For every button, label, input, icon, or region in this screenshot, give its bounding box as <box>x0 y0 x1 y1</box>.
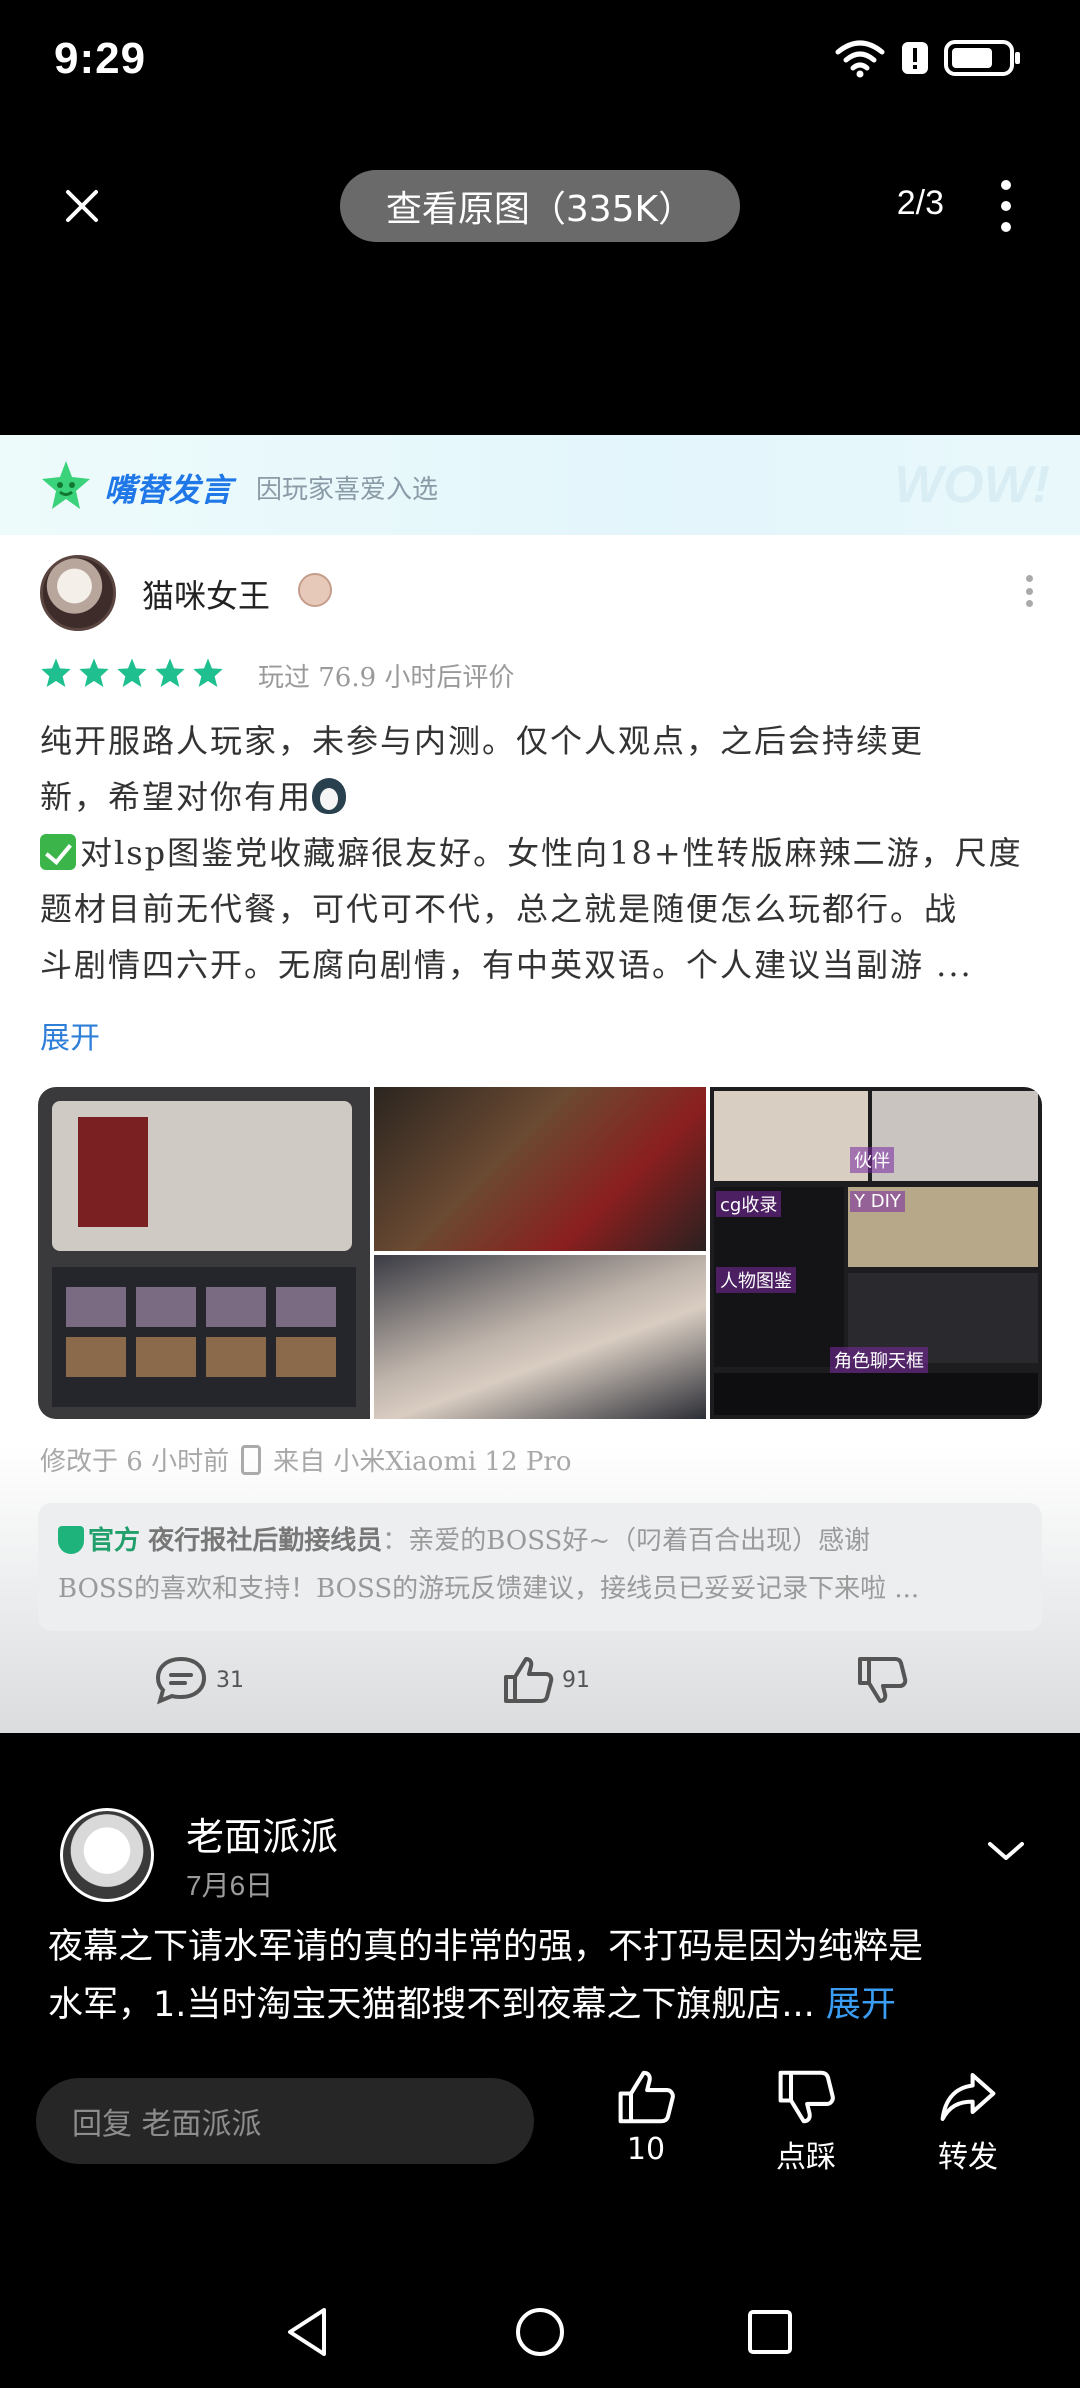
star-icon <box>41 658 71 687</box>
gallery-label: cg收录 <box>716 1191 782 1217</box>
reply-input[interactable]: 回复 老面派派 <box>36 2078 534 2164</box>
status-bar: 9:29 <box>0 0 1080 120</box>
wow-watermark: WOW! <box>894 456 1050 514</box>
header-subtitle: 因玩家喜爱入选 <box>256 475 439 505</box>
edited-time: 修改于 6 小时前 <box>40 1447 230 1477</box>
thumbs-up-icon <box>618 2070 675 2124</box>
play-time: 玩过 76.9 小时后评价 <box>258 663 515 693</box>
star-icon <box>193 658 223 687</box>
review-meta: 修改于 6 小时前 来自 小米Xiaomi 12 Pro <box>40 1441 571 1478</box>
like-button[interactable]: 10 <box>586 2068 706 2167</box>
comment-body: 夜幕之下请水军请的真的非常的强，不打码是因为纯粹是 水军，1.当时淘宝天猫都搜不… <box>48 1918 1038 2034</box>
close-button[interactable] <box>54 178 110 234</box>
gallery-label: 人物图鉴 <box>716 1267 796 1293</box>
official-tag: 官方 <box>88 1526 141 1556</box>
review-comment-count: 31 <box>216 1667 244 1693</box>
screenshot-gallery: cg收录 伙伴 Y DIY 人物图鉴 角色聊天框 <box>38 1087 1042 1419</box>
dislike-button[interactable]: 点踩 <box>746 2068 866 2176</box>
card-more-icon <box>1026 575 1034 607</box>
thumbs-down-icon <box>858 1657 908 1703</box>
more-vert-icon <box>1001 180 1011 190</box>
gallery-label: Y DIY <box>850 1191 905 1212</box>
mascot-icon <box>42 461 90 509</box>
reviewer-badge-icon <box>298 573 332 607</box>
image-viewer-toolbar: 查看原图（335K） 2/3 <box>0 160 1080 250</box>
status-time: 9:29 <box>54 34 147 83</box>
viewed-image[interactable]: 嘴替发言 因玩家喜爱入选 WOW! 猫咪女王 玩过 76.9 小时后评价 纯开服… <box>0 435 1080 1733</box>
star-icon <box>79 658 109 687</box>
comment-date: 7月6日 <box>186 1870 274 1901</box>
gallery-label: 伙伴 <box>850 1147 894 1173</box>
comment-expand-link[interactable]: 展开 <box>826 1985 896 2025</box>
star-icon <box>117 658 147 687</box>
review-expand-link: 展开 <box>40 1021 100 1056</box>
penguin-emoji-icon <box>312 778 347 814</box>
reviewer-avatar <box>40 555 116 631</box>
gallery-image <box>38 1087 370 1419</box>
alert-icon <box>902 42 928 74</box>
review-line: 斗剧情四六开。无腐向剧情，有中英双语。个人建议当副游 ... <box>40 946 973 984</box>
thumbs-up-icon <box>504 1657 554 1703</box>
comment-icon <box>155 1656 207 1705</box>
battery-icon <box>944 40 1020 76</box>
device-name: 来自 小米Xiaomi 12 Pro <box>273 1447 572 1477</box>
page-counter: 2/3 <box>896 184 944 222</box>
share-button[interactable]: 转发 <box>908 2068 1028 2176</box>
review-line: 对lsp图鉴党收藏癖很友好。女性向18+性转版麻辣二游，尺度 <box>40 825 1040 881</box>
status-icons <box>834 38 1022 78</box>
review-line: 题材目前无代餐，可代可不代，总之就是随便怎么玩都行。战 <box>40 890 959 928</box>
dislike-label: 点踩 <box>776 2140 836 2175</box>
star-icon <box>155 658 185 687</box>
nav-back-button[interactable] <box>278 2302 338 2362</box>
home-circle-icon <box>516 2308 564 2356</box>
system-nav-bar <box>0 2268 1080 2388</box>
comment-author-name[interactable]: 老面派派 <box>186 1806 338 1861</box>
official-reply: 官方 夜行报社后勤接线员：亲爱的BOSS好~（叼着百合出现）感谢 BOSS的喜欢… <box>38 1503 1042 1631</box>
review-actions: 31 91 <box>0 1655 1080 1715</box>
image-header-banner: 嘴替发言 因玩家喜爱入选 WOW! <box>0 435 1080 535</box>
chevron-down-icon <box>988 1842 1024 1860</box>
thumbs-down-icon <box>778 2070 835 2124</box>
official-reply-line: 官方 夜行报社后勤接线员：亲爱的BOSS好~（叼着百合出现）感谢 <box>58 1517 1022 1565</box>
comment-line: 水军，1.当时淘宝天猫都搜不到夜幕之下旗舰店... 展开 <box>48 1985 896 2025</box>
review-text: 纯开服路人玩家，未参与内测。仅个人观点，之后会持续更 新，希望对你有用 对lsp… <box>40 713 1040 993</box>
more-options-button[interactable] <box>992 176 1020 236</box>
gallery-label: 角色聊天框 <box>830 1347 928 1373</box>
share-arrow-icon <box>940 2073 996 2121</box>
gallery-image: cg收录 伙伴 Y DIY 人物图鉴 角色聊天框 <box>710 1087 1042 1419</box>
close-icon <box>66 190 98 222</box>
wifi-icon <box>835 40 885 78</box>
review-like-action: 91 <box>502 1655 590 1705</box>
like-count: 10 <box>626 2132 666 2167</box>
comment-line: 夜幕之下请水军请的真的非常的强，不打码是因为纯粹是 <box>48 1927 924 1967</box>
header-title: 嘴替发言 <box>104 471 233 509</box>
recents-square-icon <box>748 2310 792 2354</box>
verified-shield-icon <box>58 1526 84 1554</box>
gallery-image <box>374 1255 706 1419</box>
review-line: 纯开服路人玩家，未参与内测。仅个人观点，之后会持续更 <box>40 722 925 760</box>
view-original-button[interactable]: 查看原图（335K） <box>340 170 740 242</box>
review-like-count: 91 <box>562 1667 590 1693</box>
nav-recents-button[interactable] <box>740 2302 800 2362</box>
star-rating <box>40 657 224 689</box>
review-line: 新，希望对你有用 <box>40 769 1040 825</box>
reviewer-name: 猫咪女王 <box>142 577 271 615</box>
share-label: 转发 <box>938 2140 998 2175</box>
phone-icon <box>241 1444 262 1475</box>
nav-home-button[interactable] <box>510 2302 570 2362</box>
collapse-button[interactable] <box>984 1836 1028 1866</box>
review-dislike-action <box>856 1655 908 1705</box>
gallery-image <box>374 1087 706 1251</box>
review-comment-action: 31 <box>154 1655 244 1705</box>
official-reply-line: BOSS的喜欢和支持！BOSS的游玩反馈建议，接线员已妥妥记录下来啦 ... <box>58 1574 920 1604</box>
official-name: 夜行报社后勤接线员 <box>148 1526 383 1556</box>
comment-author-avatar[interactable] <box>60 1808 154 1902</box>
back-triangle-icon <box>288 2308 326 2356</box>
check-emoji-icon <box>40 834 76 870</box>
